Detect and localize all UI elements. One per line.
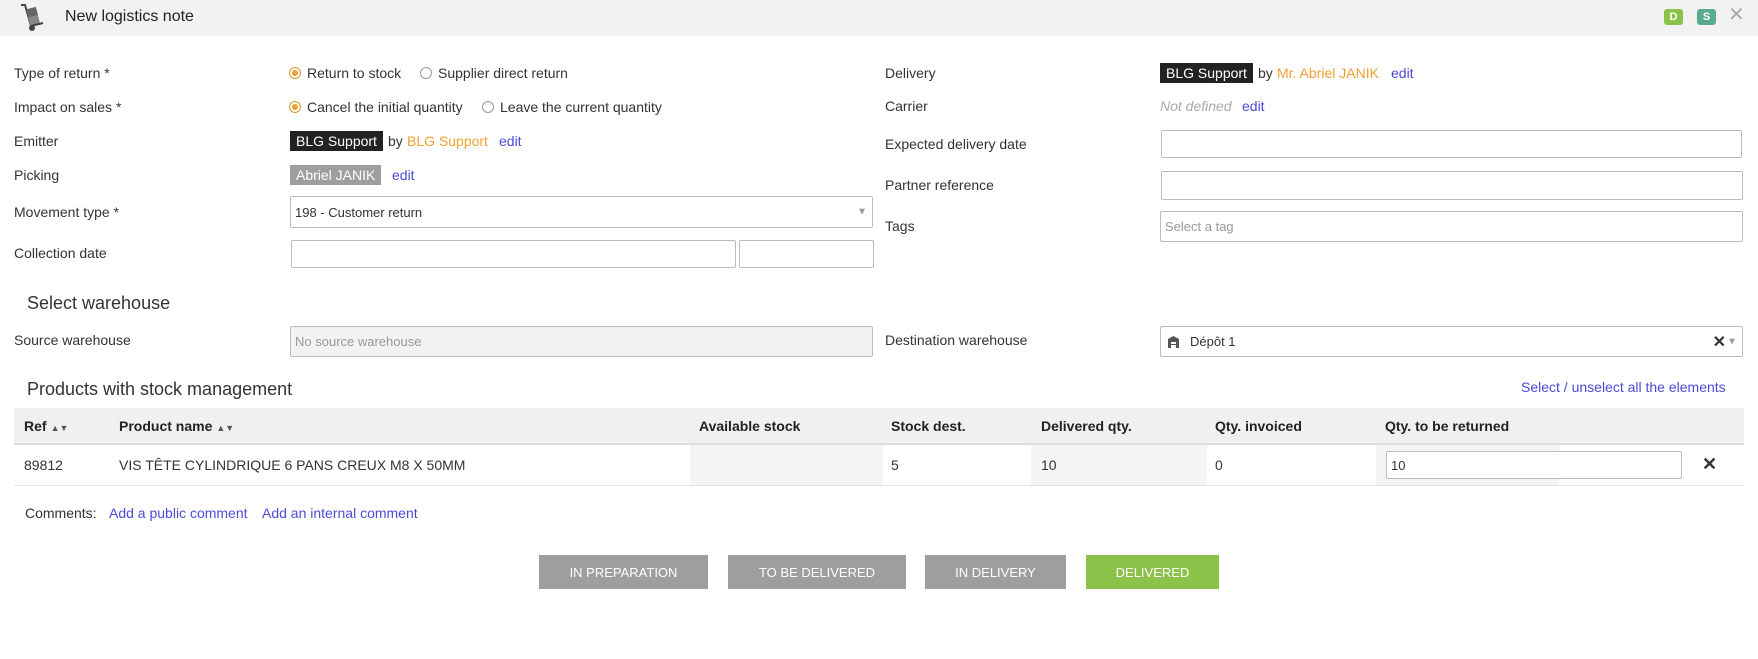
window-header: New logistics note D S ✕ bbox=[0, 0, 1758, 36]
delivery-person[interactable]: Mr. Abriel JANIK bbox=[1277, 65, 1379, 81]
badge-s[interactable]: S bbox=[1697, 9, 1716, 25]
row-delivered-qty: 10 bbox=[1041, 457, 1057, 473]
comments-label: Comments: bbox=[25, 505, 97, 521]
partner-reference-label: Partner reference bbox=[885, 177, 994, 193]
radio-label: Leave the current quantity bbox=[500, 99, 662, 115]
radio-checked-icon bbox=[289, 101, 301, 113]
column-header-ref[interactable]: Ref ▲▼ bbox=[24, 418, 68, 434]
radio-checked-icon bbox=[289, 67, 301, 79]
radio-label: Supplier direct return bbox=[438, 65, 568, 81]
radio-unchecked-icon bbox=[420, 67, 432, 79]
remove-row-icon[interactable]: ✕ bbox=[1702, 454, 1717, 475]
destination-warehouse-select[interactable]: Dépôt 1 ✕ ▼ bbox=[1160, 326, 1743, 357]
destination-warehouse-value: Dépôt 1 bbox=[1190, 334, 1236, 349]
partner-reference-input[interactable] bbox=[1161, 171, 1743, 200]
radio-label: Return to stock bbox=[307, 65, 402, 81]
type-of-return-label: Type of return * bbox=[14, 65, 110, 81]
carrier-label: Carrier bbox=[885, 98, 928, 114]
emitter-edit-link[interactable]: edit bbox=[499, 133, 522, 149]
carrier-value: Not defined bbox=[1160, 98, 1232, 114]
row-stock-dest: 5 bbox=[891, 457, 899, 473]
radio-leave-current-quantity[interactable]: Leave the current quantity bbox=[482, 99, 662, 115]
column-header-available-stock: Available stock bbox=[699, 418, 801, 434]
carrier-edit-link[interactable]: edit bbox=[1242, 98, 1265, 114]
expected-delivery-date-input[interactable] bbox=[1161, 130, 1742, 158]
status-in-delivery-button[interactable]: IN DELIVERY bbox=[925, 555, 1066, 589]
radio-return-to-stock[interactable]: Return to stock bbox=[289, 65, 401, 81]
tags-placeholder: Select a tag bbox=[1165, 219, 1234, 234]
sort-icon: ▲▼ bbox=[216, 423, 235, 433]
impact-on-sales-label: Impact on sales * bbox=[14, 99, 122, 115]
qty-to-return-input[interactable] bbox=[1386, 451, 1682, 479]
column-header-delivered-qty: Delivered qty. bbox=[1041, 418, 1132, 434]
movement-type-label: Movement type * bbox=[14, 204, 120, 220]
row-product-name: VIS TÊTE CYLINDRIQUE 6 PANS CREUX M8 X 5… bbox=[119, 457, 466, 473]
collection-time-input[interactable] bbox=[739, 240, 874, 268]
tags-select[interactable]: Select a tag bbox=[1160, 211, 1743, 242]
delivery-entity-tag: BLG Support bbox=[1160, 63, 1253, 83]
warehouse-icon bbox=[1168, 335, 1179, 348]
close-icon[interactable]: ✕ bbox=[1728, 5, 1745, 25]
clear-icon[interactable]: ✕ bbox=[1713, 332, 1726, 352]
select-warehouse-title: Select warehouse bbox=[27, 293, 171, 313]
row-ref: 89812 bbox=[24, 457, 63, 473]
select-all-link[interactable]: Select / unselect all the elements bbox=[1521, 379, 1726, 395]
chevron-down-icon: ▼ bbox=[1727, 336, 1737, 347]
column-header-product-name[interactable]: Product name ▲▼ bbox=[119, 418, 234, 434]
emitter-person[interactable]: BLG Support bbox=[407, 133, 488, 149]
hand-truck-icon bbox=[21, 4, 44, 31]
picking-edit-link[interactable]: edit bbox=[392, 167, 415, 183]
status-in-preparation-button[interactable]: IN PREPARATION bbox=[539, 555, 708, 589]
chevron-down-icon: ▼ bbox=[857, 206, 867, 218]
emitter-label: Emitter bbox=[14, 133, 59, 149]
column-header-qty-to-be-returned: Qty. to be returned bbox=[1385, 418, 1510, 434]
table-row: 89812 VIS TÊTE CYLINDRIQUE 6 PANS CREUX … bbox=[14, 445, 1744, 486]
source-warehouse-select[interactable]: No source warehouse bbox=[290, 326, 873, 357]
page-title: New logistics note bbox=[65, 8, 194, 25]
radio-unchecked-icon bbox=[482, 101, 494, 113]
destination-warehouse-label: Destination warehouse bbox=[885, 332, 1028, 348]
delivery-label: Delivery bbox=[885, 65, 936, 81]
add-public-comment-link[interactable]: Add a public comment bbox=[109, 505, 248, 521]
delivery-by: by bbox=[1258, 65, 1273, 81]
picking-label: Picking bbox=[14, 167, 60, 183]
row-qty-invoiced: 0 bbox=[1215, 457, 1223, 473]
products-section-title: Products with stock management bbox=[27, 379, 293, 399]
radio-supplier-direct-return[interactable]: Supplier direct return bbox=[420, 65, 568, 81]
status-delivered-button[interactable]: DELIVERED bbox=[1086, 555, 1219, 589]
source-warehouse-label: Source warehouse bbox=[14, 332, 131, 348]
expected-delivery-date-label: Expected delivery date bbox=[885, 136, 1027, 152]
source-warehouse-placeholder: No source warehouse bbox=[295, 334, 422, 349]
delivered-qty-cell bbox=[1031, 445, 1207, 485]
delivery-edit-link[interactable]: edit bbox=[1391, 65, 1414, 81]
radio-label: Cancel the initial quantity bbox=[307, 99, 463, 115]
add-internal-comment-link[interactable]: Add an internal comment bbox=[262, 505, 418, 521]
picking-person-tag: Abriel JANIK bbox=[290, 165, 382, 185]
radio-cancel-initial-quantity[interactable]: Cancel the initial quantity bbox=[289, 99, 463, 115]
sort-icon: ▲▼ bbox=[50, 423, 69, 433]
column-header-qty-invoiced: Qty. invoiced bbox=[1215, 418, 1302, 434]
emitter-by: by bbox=[388, 133, 403, 149]
badge-d[interactable]: D bbox=[1664, 9, 1683, 25]
products-table-header: Ref ▲▼ Product name ▲▼ Available stock Sto… bbox=[14, 408, 1744, 445]
movement-type-select[interactable]: 198 - Customer return ▼ bbox=[290, 196, 873, 228]
available-stock-cell bbox=[690, 445, 883, 485]
movement-type-value: 198 - Customer return bbox=[295, 204, 423, 220]
collection-date-label: Collection date bbox=[14, 245, 107, 261]
tags-label: Tags bbox=[885, 218, 915, 234]
collection-date-input[interactable] bbox=[291, 240, 736, 268]
column-header-stock-dest: Stock dest. bbox=[891, 418, 966, 434]
emitter-entity-tag: BLG Support bbox=[290, 131, 383, 151]
status-to-be-delivered-button[interactable]: TO BE DELIVERED bbox=[728, 555, 906, 589]
